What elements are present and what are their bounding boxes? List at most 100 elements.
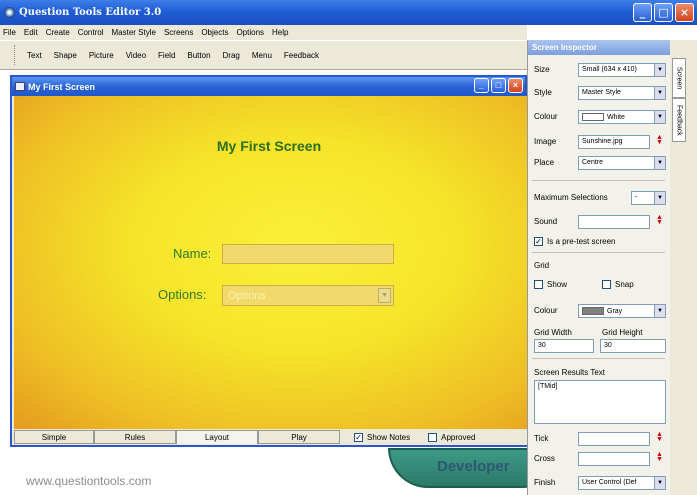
chevron-down-icon[interactable]: ▼ [654,305,665,317]
grid-height-label: Grid Height [602,328,643,337]
show-notes-checkbox[interactable]: ✓ [354,432,363,442]
approved-toggle[interactable]: Approved [428,432,476,442]
options-dropdown[interactable]: Options ▼ [222,285,394,306]
name-label[interactable]: Name: [173,246,211,261]
menu-bar: File Edit Create Control Master Style Sc… [0,25,527,40]
grid-snap-toggle[interactable]: Snap [602,280,634,289]
chevron-down-icon[interactable]: ▼ [654,87,665,99]
app-title: Question Tools Editor 3.0 [19,7,162,18]
tick-field[interactable] [578,432,650,446]
max-selections-select[interactable]: - ▼ [631,191,666,205]
finish-label: Finish [534,478,556,487]
grid-colour-value: Gray [607,307,623,315]
menu-create[interactable]: Create [46,28,70,37]
sound-label: Sound [534,217,558,226]
menu-screens[interactable]: Screens [164,28,193,37]
chevron-down-icon[interactable]: ▼ [378,288,391,303]
options-label[interactable]: Options: [158,287,206,302]
toolbar-grip[interactable] [14,45,17,65]
image-spinner-icon[interactable]: ▲ ▼ [656,134,663,146]
style-select[interactable]: Master Style ▼ [578,86,666,100]
tab-layout[interactable]: Layout [176,430,258,444]
divider [532,358,665,359]
menu-master-style[interactable]: Master Style [112,28,156,37]
approved-label: Approved [441,432,476,442]
grid-snap-label: Snap [615,280,634,289]
app-title-bar: Question Tools Editor 3.0 _ □ × [0,0,697,25]
grid-snap-checkbox[interactable] [602,280,611,289]
close-button[interactable]: × [675,3,694,22]
menu-objects[interactable]: Objects [201,28,228,37]
screen-window: My First Screen _ □ × My First Screen Na… [10,75,527,447]
show-notes-toggle[interactable]: ✓ Show Notes [354,432,411,442]
toolbar-feedback-button[interactable]: Feedback [284,51,319,60]
inspector-title: Screen Inspector [528,40,670,55]
grid-colour-swatch [582,307,604,315]
child-minimize-button[interactable]: _ [474,78,489,93]
finish-select[interactable]: User Control (Def ▼ [578,476,666,490]
toolbar-button-button[interactable]: Button [187,51,210,60]
tab-rules[interactable]: Rules [94,430,176,444]
toolbar-picture-button[interactable]: Picture [89,51,114,60]
grid-height-input[interactable]: 30 [600,339,666,353]
chevron-down-icon[interactable]: ▼ [654,157,665,169]
tab-feedback[interactable]: Feedback [672,98,686,142]
maximize-button[interactable]: □ [654,3,673,22]
divider [532,252,665,253]
chevron-down-icon[interactable]: ▼ [654,111,665,123]
sound-spinner-icon[interactable]: ▲ ▼ [656,214,663,226]
options-placeholder: Options [228,290,266,302]
menu-control[interactable]: Control [78,28,104,37]
toolbar-text-button[interactable]: Text [27,51,42,60]
results-text-value: [TMid] [538,383,558,390]
toolbar-menu-button[interactable]: Menu [252,51,272,60]
place-select[interactable]: Centre ▼ [578,156,666,170]
toolbar-field-button[interactable]: Field [158,51,175,60]
tick-label: Tick [534,434,549,443]
colour-select[interactable]: White ▼ [578,110,666,124]
grid-colour-select[interactable]: Gray ▼ [578,304,666,318]
grid-width-input[interactable]: 30 [534,339,594,353]
sound-field[interactable] [578,215,650,229]
style-value: Master Style [582,89,621,96]
image-field[interactable]: Sunshine.jpg [578,135,650,149]
tab-play[interactable]: Play [258,430,340,444]
menu-edit[interactable]: Edit [24,28,38,37]
pretest-checkbox[interactable]: ✓ [534,237,543,246]
grid-show-checkbox[interactable] [534,280,543,289]
screen-window-title-bar[interactable]: My First Screen _ □ × [12,77,525,96]
menu-help[interactable]: Help [272,28,288,37]
grid-colour-label: Colour [534,306,558,315]
chevron-down-icon[interactable]: ▼ [654,192,665,204]
menu-file[interactable]: File [3,28,16,37]
toolbar-shape-button[interactable]: Shape [54,51,77,60]
cross-field[interactable] [578,452,650,466]
finish-value: User Control (Def [582,479,637,486]
size-select[interactable]: Small (634 x 410) ▼ [578,63,666,77]
tab-simple[interactable]: Simple [14,430,94,444]
tab-screen[interactable]: Screen [672,58,686,98]
screen-canvas[interactable]: My First Screen Name: Options: Options ▼ [14,96,527,429]
pretest-toggle[interactable]: ✓ Is a pre-test screen [534,237,615,246]
cross-spinner-icon[interactable]: ▲ ▼ [656,451,663,463]
minimize-button[interactable]: _ [633,3,652,22]
chevron-down-icon[interactable]: ▼ [654,64,665,76]
approved-checkbox[interactable] [428,432,438,442]
size-label: Size [534,65,550,74]
screen-heading[interactable]: My First Screen [14,138,524,154]
results-text-area[interactable]: [TMid] [534,380,666,424]
image-value: Sunshine.jpg [582,138,623,145]
show-notes-label: Show Notes [367,432,411,442]
grid-label: Grid [534,261,550,270]
document-icon [15,82,25,91]
child-close-button[interactable]: × [508,78,523,93]
toolbar-drag-button[interactable]: Drag [223,51,240,60]
menu-options[interactable]: Options [236,28,264,37]
tick-spinner-icon[interactable]: ▲ ▼ [656,431,663,443]
chevron-down-icon[interactable]: ▼ [654,477,665,489]
grid-show-toggle[interactable]: Show [534,280,567,289]
child-maximize-button[interactable]: □ [491,78,506,93]
grid-height-value: 30 [604,342,612,349]
toolbar-video-button[interactable]: Video [126,51,146,60]
name-field[interactable] [222,244,394,264]
